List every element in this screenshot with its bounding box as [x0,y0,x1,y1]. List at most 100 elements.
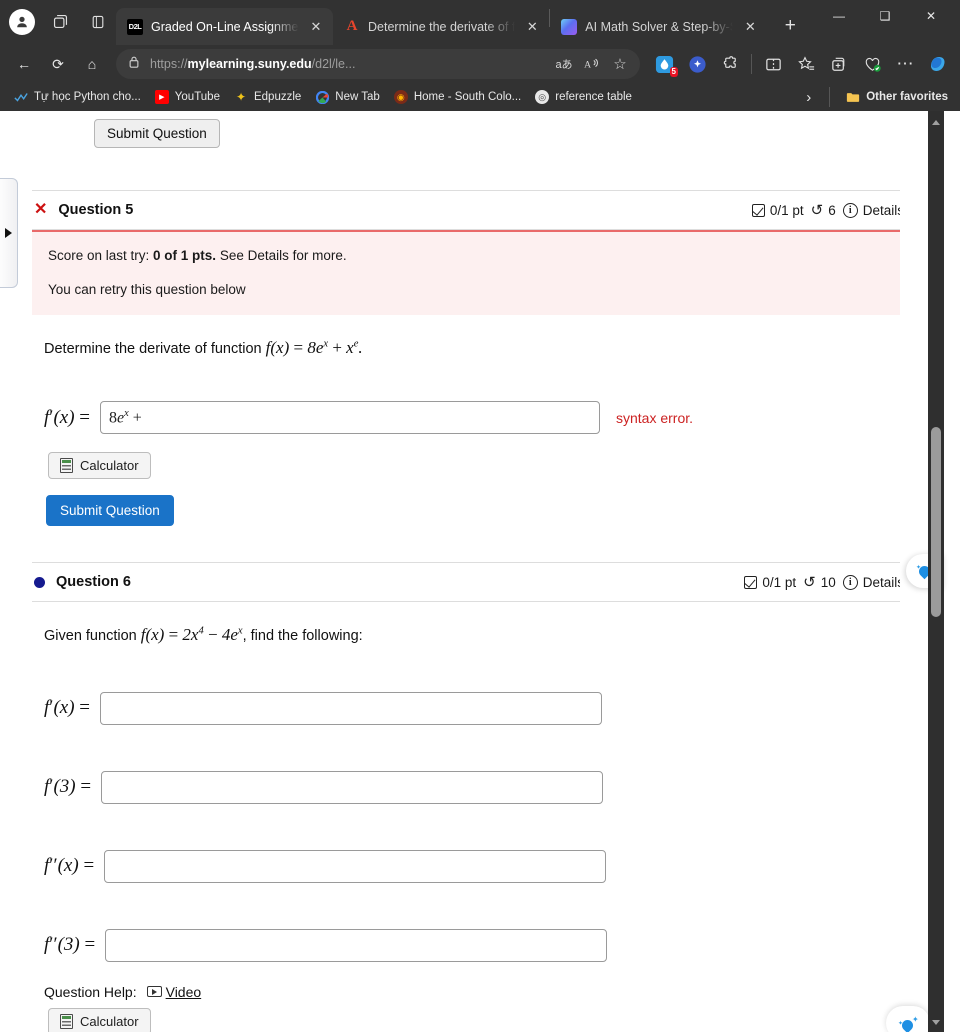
close-window-button[interactable]: ✕ [908,0,954,32]
scroll-down-arrow[interactable] [928,1014,944,1030]
vertical-tabs-button[interactable] [80,5,116,39]
profile-button[interactable] [4,5,40,39]
add-favorite-icon[interactable]: ☆ [606,51,634,77]
attempts-group: ↺ 10 [803,575,836,590]
url-text: https://mylearning.suny.edu/d2l/le... [150,57,356,71]
tab-ai-math-solver[interactable]: AI Math Solver & Step-by-S ✕ [550,8,767,45]
question-5-meta: 0/1 pt ↺ 6 i Details [751,202,904,218]
youtube-icon: ▶ [154,90,169,104]
question-6-header: Question 6 0/1 pt ↺ 10 i Details [32,563,912,603]
bookmark-youtube[interactable]: ▶ YouTube [149,87,226,107]
translate-icon[interactable]: aあ [550,51,578,77]
details-label[interactable]: Details [863,203,904,218]
answer-input-f-prime-3[interactable] [101,770,604,804]
ai-assistant-bubble-bottom[interactable]: ✦ ✦ [886,1006,930,1032]
google-icon [315,90,329,104]
answer-input-f-prime-x[interactable] [100,691,602,725]
lock-icon [128,55,141,74]
copilot-icon[interactable] [922,49,954,79]
puzzle-extensions-icon[interactable] [714,49,746,79]
question-6-answer-row-2: f′(3) = [44,770,900,804]
question-5-answer-row: f′(x) = 8ex + syntax error. [44,401,900,435]
bookmark-reference-table[interactable]: ◎ reference table [529,87,638,107]
question-5-title-group: ✕ Question 5 [34,201,134,219]
incorrect-x-icon: ✕ [34,201,48,218]
question-5-answer-label: f′(x) = [44,406,90,428]
left-drawer-expand[interactable] [0,178,18,288]
details-group[interactable]: i Details [842,574,904,590]
scroll-up-arrow[interactable] [928,114,944,130]
bookmark-edpuzzle[interactable]: ✦ Edpuzzle [228,87,307,107]
attempts-value: 10 [820,574,836,590]
question-5-score-banner: Score on last try: 0 of 1 pts. See Detai… [32,230,912,316]
bookmark-label: Tự học Python cho... [34,91,141,103]
details-label[interactable]: Details [863,575,904,590]
blue-drop-extension-icon[interactable]: 5 [648,49,680,79]
ai-solver-icon [561,18,578,35]
favorites-star-icon[interactable] [790,49,822,79]
copilot-sparkle-extension-icon[interactable] [681,49,713,79]
question-title: Question 5 [58,202,134,218]
browser-essentials-icon[interactable] [856,49,888,79]
question-5-prompt: Determine the derivate of function f(x) … [44,338,363,358]
calculator-button-q5[interactable]: Calculator [48,452,151,480]
scrollbar-thumb[interactable] [931,427,941,617]
new-tab-button[interactable]: + [775,11,805,41]
collections-icon[interactable] [823,49,855,79]
unanswered-dot-icon [34,576,45,588]
answer-label-f-double-prime-3: f′′(3) = [44,934,96,956]
settings-more-icon[interactable]: ⋯ [889,49,921,79]
bookmarks-overflow-chevron[interactable]: › [798,89,819,106]
other-favorites-button[interactable]: Other favorites [840,87,954,107]
points-value: 0/1 pt [769,202,804,218]
bookmark-home-south-colo[interactable]: ◉ Home - South Colo... [388,87,527,107]
minimize-button[interactable]: — [816,0,862,32]
tab-actions-button[interactable] [42,5,78,39]
tab-graded-assignment[interactable]: D2L Graded On-Line Assignment ✕ [116,8,333,45]
page-scrollbar-vertical[interactable] [928,111,944,1032]
svg-text:A: A [584,60,591,71]
question-6-meta: 0/1 pt ↺ 10 i Details [744,574,904,590]
tab-determine-derivate[interactable]: A Determine the derivate of f ✕ [333,8,549,45]
tab-close-button[interactable]: ✕ [307,18,325,36]
submit-question-button-top[interactable]: Submit Question [94,119,220,148]
bookmark-label: YouTube [174,91,220,103]
question-5-answer-input[interactable]: 8ex + [100,401,600,435]
question-title: Question 6 [56,574,131,591]
question-5-submit-row: Submit Question [44,495,900,527]
calculator-button-q6[interactable]: Calculator [48,1007,151,1032]
question-help-label: Question Help: [44,983,137,1000]
answer-input-f-double-prime-x[interactable] [104,849,607,883]
extensions-area: 5 ⋯ [648,49,954,79]
calculator-icon [60,458,73,474]
read-aloud-icon[interactable]: A [578,51,606,77]
chrome-left-icon-group [4,0,116,45]
question-6-answer-row-1: f′(x) = [44,691,900,725]
question-6-answer-row-3: f′′(x) = [44,849,900,883]
tab-title: Graded On-Line Assignment [151,19,299,34]
page-viewport: Submit Question ✕ Question 5 0/1 pt ↺ 6 … [0,111,960,1032]
extensions-separator [751,54,752,74]
address-bar[interactable]: https://mylearning.suny.edu/d2l/le... aあ… [116,49,640,79]
question-help-video-link[interactable]: Video [146,983,202,1000]
bookmark-new-tab[interactable]: New Tab [309,87,386,107]
details-group[interactable]: i Details [842,202,904,218]
submit-question-button-q5[interactable]: Submit Question [46,495,174,527]
points-check-icon [751,203,765,217]
question-6-answer-row-4: f′′(3) = [44,928,900,962]
tab-close-button[interactable]: ✕ [523,18,541,36]
split-screen-icon[interactable] [757,49,789,79]
maximize-button[interactable]: ❑ [862,0,908,32]
page-body: Submit Question ✕ Question 5 0/1 pt ↺ 6 … [0,111,944,1032]
video-label: Video [165,983,202,1000]
tab-close-button[interactable]: ✕ [741,18,759,36]
question-6-prompt-math: f(x) = 2x4 − 4ex [140,625,243,645]
back-button[interactable]: ← [8,49,40,79]
home-button[interactable]: ⌂ [76,49,108,79]
tab-strip: D2L Graded On-Line Assignment ✕ A Determ… [0,0,960,45]
refresh-button[interactable]: ⟳ [42,49,74,79]
bookmark-python-course[interactable]: Tự học Python cho... [8,87,147,107]
question-6-body: Given function f(x) = 2x4 − 4ex, find th… [32,602,912,1032]
answer-input-f-double-prime-3[interactable] [105,928,608,962]
question-5-header: ✕ Question 5 0/1 pt ↺ 6 i Details [32,191,912,230]
